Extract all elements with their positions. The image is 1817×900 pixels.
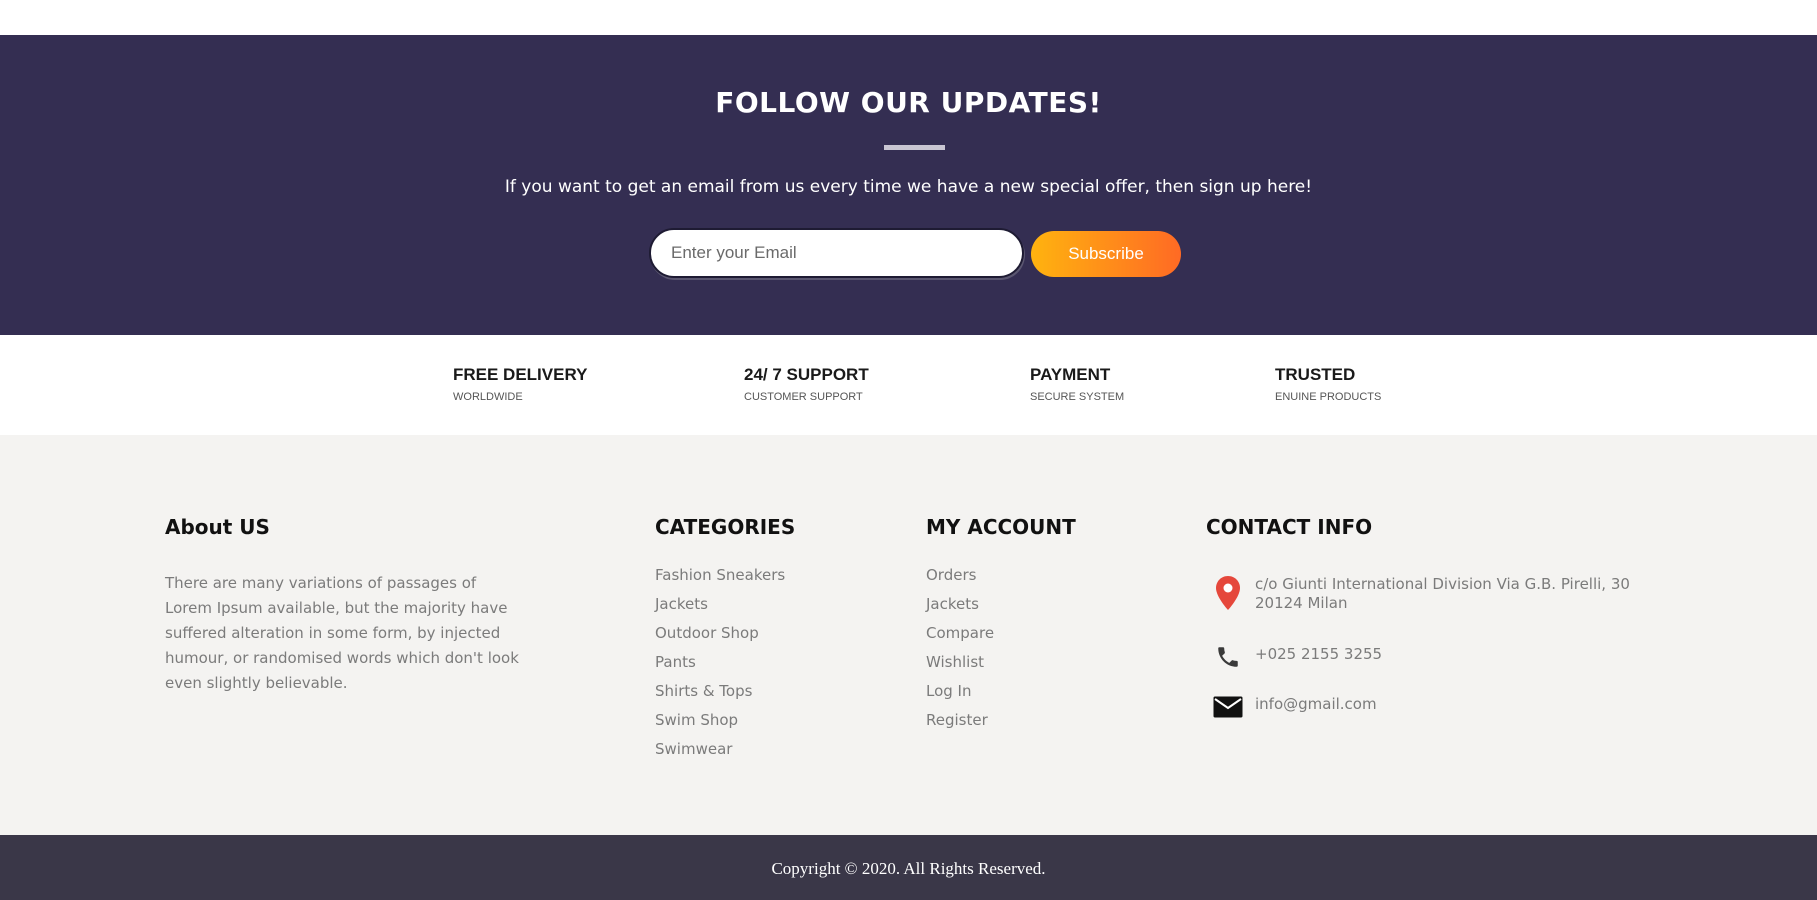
feature-free-delivery: FREE DELIVERY WORLDWIDE [453, 365, 587, 403]
account-link[interactable]: Jackets [926, 594, 994, 623]
feature-subtitle: ENUINE PRODUCTS [1275, 391, 1382, 403]
feature-support: 24/ 7 SUPPORT CUSTOMER SUPPORT [744, 365, 869, 403]
account-link[interactable]: Register [926, 710, 994, 739]
account-link[interactable]: Compare [926, 623, 994, 652]
address-line-1: c/o Giunti International Division Via G.… [1255, 575, 1630, 593]
account-link[interactable]: Orders [926, 565, 994, 594]
phone-number[interactable]: +025 2155 3255 [1255, 639, 1382, 664]
feature-title: PAYMENT [1030, 365, 1111, 384]
category-link[interactable]: Swim Shop [655, 710, 785, 739]
categories-title: CATEGORIES [655, 515, 796, 539]
features-strip: FREE DELIVERY WORLDWIDE 24/ 7 SUPPORT CU… [0, 335, 1817, 435]
category-link[interactable]: Jackets [655, 594, 785, 623]
contact-title: CONTACT INFO [1206, 515, 1373, 539]
newsletter-section: FOLLOW OUR UPDATES! If you want to get a… [0, 35, 1817, 335]
category-link[interactable]: Pants [655, 652, 785, 681]
contact-email: info@gmail.com [1213, 689, 1377, 725]
email-input[interactable] [649, 228, 1024, 278]
account-link[interactable]: Log In [926, 681, 994, 710]
account-link[interactable]: Wishlist [926, 652, 994, 681]
feature-title: 24/ 7 SUPPORT [744, 365, 869, 384]
account-title: MY ACCOUNT [926, 515, 1076, 539]
copyright-text: Copyright © 2020. All Rights Reserved. [771, 859, 1046, 878]
feature-subtitle: WORLDWIDE [453, 391, 523, 403]
feature-payment: PAYMENT SECURE SYSTEM [1030, 365, 1124, 403]
feature-title: FREE DELIVERY [453, 365, 588, 384]
categories-list: Fashion Sneakers Jackets Outdoor Shop Pa… [655, 565, 785, 768]
category-link[interactable]: Shirts & Tops [655, 681, 785, 710]
category-link[interactable]: Swimwear [655, 739, 785, 768]
map-pin-icon [1213, 575, 1243, 611]
about-text: There are many variations of passages of… [165, 574, 519, 692]
footer: About US There are many variations of pa… [0, 435, 1817, 835]
feature-trusted: TRUSTED ENUINE PRODUCTS [1275, 365, 1381, 403]
top-strip [0, 0, 1817, 35]
feature-subtitle: CUSTOMER SUPPORT [744, 391, 863, 403]
email-address[interactable]: info@gmail.com [1255, 689, 1377, 714]
subscribe-button[interactable]: Subscribe [1031, 231, 1181, 277]
contact-address: c/o Giunti International Division Via G.… [1213, 575, 1630, 613]
address-line-2: 20124 Milan [1255, 594, 1348, 612]
feature-subtitle: SECURE SYSTEM [1030, 391, 1125, 403]
copyright-bar: Copyright © 2020. All Rights Reserved. [0, 835, 1817, 900]
envelope-icon [1213, 689, 1243, 725]
newsletter-title: FOLLOW OUR UPDATES! [715, 86, 1102, 119]
category-link[interactable]: Outdoor Shop [655, 623, 785, 652]
feature-title: TRUSTED [1275, 365, 1356, 384]
contact-phone: +025 2155 3255 [1213, 639, 1382, 675]
phone-icon [1213, 639, 1243, 675]
account-list: Orders Jackets Compare Wishlist Log In R… [926, 565, 994, 739]
category-link[interactable]: Fashion Sneakers [655, 565, 785, 594]
newsletter-description: If you want to get an email from us ever… [504, 177, 1313, 197]
about-title: About US [165, 515, 270, 539]
title-divider [884, 145, 945, 150]
